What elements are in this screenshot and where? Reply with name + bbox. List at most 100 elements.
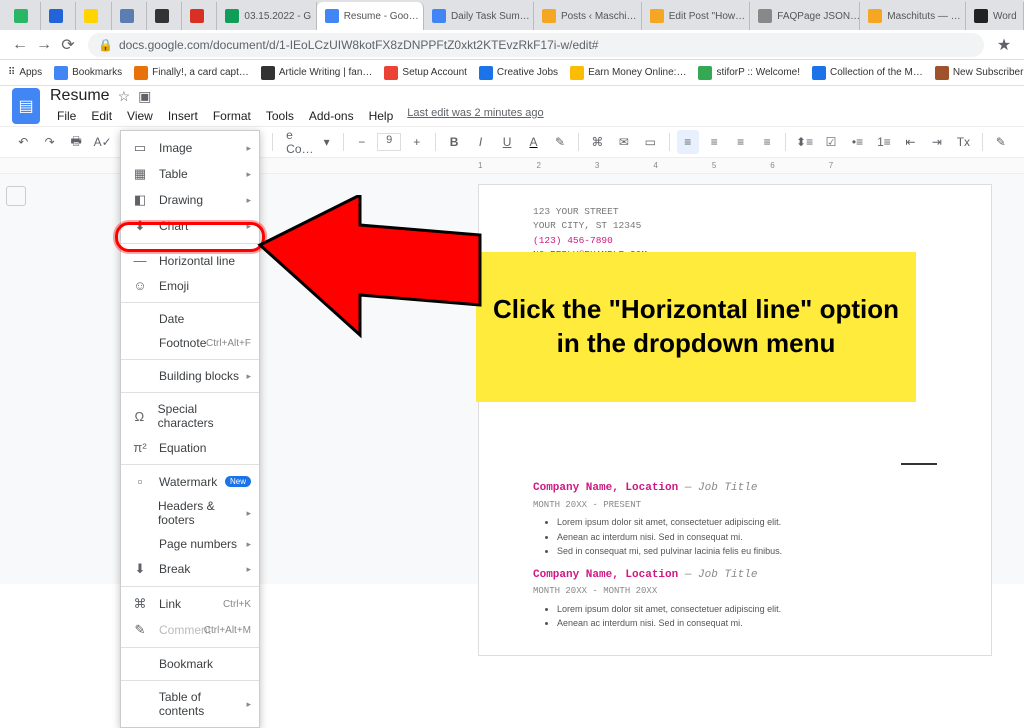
insert-table[interactable]: ▦Table▸ [121, 161, 259, 187]
menu-format[interactable]: Format [206, 107, 258, 125]
job-bullets: Lorem ipsum dolor sit amet, consectetuer… [557, 516, 937, 559]
font-plus[interactable]: + [405, 130, 427, 154]
align-center-button[interactable]: ≡ [703, 130, 725, 154]
bookmark-item[interactable]: Collection of the M… [812, 66, 923, 80]
insert-comment[interactable]: ✎CommentCtrl+Alt+M [121, 617, 259, 643]
browser-tab[interactable]: Word [966, 2, 1024, 30]
insert-horizontal-line[interactable]: —Horizontal line [121, 248, 259, 273]
align-right-button[interactable]: ≡ [729, 130, 751, 154]
forward-button[interactable]: → [32, 33, 56, 57]
menu-help[interactable]: Help [362, 107, 401, 125]
reload-button[interactable]: ⟳ [56, 33, 80, 57]
menu-icon: ▫ [131, 474, 149, 489]
highlight-button[interactable]: ✎ [549, 130, 571, 154]
browser-tab[interactable]: Maschituts — … [860, 2, 966, 30]
insert-drawing[interactable]: ◧Drawing▸ [121, 187, 259, 213]
bookmark-item[interactable]: Article Writing | fan… [261, 66, 373, 80]
link-button[interactable]: ⌘ [586, 130, 608, 154]
bookmark-item[interactable]: Finally!, a card capt… [134, 66, 249, 80]
docs-logo-icon[interactable]: ▤ [12, 88, 40, 124]
browser-tab[interactable] [41, 2, 76, 30]
bookmark-item[interactable]: stiforP :: Welcome! [698, 66, 800, 80]
insert-building-blocks[interactable]: Building blocks▸ [121, 364, 259, 388]
editing-mode-button[interactable]: ✎ [990, 130, 1012, 154]
browser-tab[interactable]: 03.15.2022 - G [217, 2, 316, 30]
line-spacing-button[interactable]: ⬍≡ [793, 130, 815, 154]
undo-button[interactable]: ↶ [12, 130, 34, 154]
insert-link[interactable]: ⌘LinkCtrl+K [121, 591, 259, 617]
insert-chart[interactable]: ⬍Chart▸ [121, 213, 259, 239]
align-justify-button[interactable]: ≡ [756, 130, 778, 154]
font-select[interactable]: e Co… ▾ [280, 128, 335, 156]
menu-view[interactable]: View [120, 107, 160, 125]
spellcheck-button[interactable]: A✓ [91, 130, 113, 154]
insert-footnote[interactable]: FootnoteCtrl+Alt+F [121, 331, 259, 355]
browser-tab[interactable]: FAQPage JSON… [750, 2, 860, 30]
insert-equation[interactable]: π²Equation [121, 435, 259, 460]
browser-tab[interactable] [147, 2, 182, 30]
font-size[interactable]: 9 [377, 133, 401, 151]
submenu-arrow-icon: ▸ [246, 539, 251, 550]
bookmark-item[interactable]: Earn Money Online:… [570, 66, 686, 80]
image-button[interactable]: ▭ [639, 130, 661, 154]
bullet-list-button[interactable]: •≡ [846, 130, 868, 154]
menu-icon: ⌘ [131, 596, 149, 612]
insert-dropdown: ▭Image▸▦Table▸◧Drawing▸⬍Chart▸ —Horizonta… [120, 130, 260, 728]
menu-icon: ◧ [131, 192, 149, 208]
indent-decrease-button[interactable]: ⇤ [899, 130, 921, 154]
comment-button[interactable]: ✉ [613, 130, 635, 154]
menu-file[interactable]: File [50, 107, 83, 125]
insert-page-numbers[interactable]: Page numbers▸ [121, 532, 259, 556]
last-edit-link[interactable]: Last edit was 2 minutes ago [407, 107, 543, 125]
indent-increase-button[interactable]: ⇥ [926, 130, 948, 154]
browser-tab[interactable]: Posts ‹ Maschi… [534, 2, 642, 30]
align-left-button[interactable]: ≡ [677, 130, 699, 154]
menu-tools[interactable]: Tools [259, 107, 301, 125]
insert-break[interactable]: ⬇Break▸ [121, 556, 259, 582]
back-button[interactable]: ← [8, 33, 32, 57]
star-icon[interactable]: ☆ [118, 88, 131, 105]
insert-table-of-contents[interactable]: Table of contents▸ [121, 685, 259, 723]
italic-button[interactable]: I [469, 130, 491, 154]
numbered-list-button[interactable]: 1≡ [873, 130, 895, 154]
bold-button[interactable]: B [443, 130, 465, 154]
insert-date[interactable]: Date [121, 307, 259, 331]
font-minus[interactable]: − [351, 130, 373, 154]
insert-watermark[interactable]: ▫WatermarkNew [121, 469, 259, 494]
bookmark-item[interactable]: Setup Account [384, 66, 467, 80]
redo-button[interactable]: ↷ [38, 130, 60, 154]
menu-insert[interactable]: Insert [161, 107, 205, 125]
outline-icon[interactable] [6, 186, 26, 206]
url-field[interactable]: 🔒 docs.google.com/document/d/1-IEoLCzUIW… [88, 33, 984, 57]
apps-button[interactable]: ⠿ Apps [8, 67, 42, 78]
browser-tab[interactable]: Edit Post "How… [642, 2, 751, 30]
insert-bookmark[interactable]: Bookmark [121, 652, 259, 676]
address-bar: ← → ⟳ 🔒 docs.google.com/document/d/1-IEo… [0, 30, 1024, 60]
browser-tab[interactable] [6, 2, 41, 30]
bookmark-item[interactable]: Bookmarks [54, 66, 122, 80]
menu-edit[interactable]: Edit [84, 107, 119, 125]
address-city: YOUR CITY, ST 12345 [533, 219, 937, 233]
insert-special-characters[interactable]: ΩSpecial characters [121, 397, 259, 435]
new-badge: New [225, 476, 251, 487]
browser-tab[interactable]: Daily Task Sum… [424, 2, 534, 30]
clear-format-button[interactable]: Tx [952, 130, 974, 154]
name-underline [901, 463, 937, 465]
browser-tab[interactable]: Resume - Goo… [317, 2, 424, 30]
bookmark-item[interactable]: Creative Jobs [479, 66, 558, 80]
insert-headers-footers[interactable]: Headers & footers▸ [121, 494, 259, 532]
print-button[interactable]: 🖶 [65, 130, 87, 154]
insert-emoji[interactable]: ☺Emoji [121, 273, 259, 298]
checklist-button[interactable]: ☑ [820, 130, 842, 154]
move-icon[interactable]: ▣ [138, 88, 151, 105]
text-color-button[interactable]: A [522, 130, 544, 154]
bookmark-item[interactable]: New Subscriber | Al… [935, 66, 1024, 80]
browser-tab[interactable] [76, 2, 111, 30]
doc-title[interactable]: Resume [50, 87, 110, 105]
menu-add-ons[interactable]: Add-ons [302, 107, 361, 125]
browser-tab[interactable] [112, 2, 147, 30]
extensions-icon[interactable]: ★ [992, 33, 1016, 57]
underline-button[interactable]: U [496, 130, 518, 154]
insert-image[interactable]: ▭Image▸ [121, 135, 259, 161]
browser-tab[interactable] [182, 2, 217, 30]
